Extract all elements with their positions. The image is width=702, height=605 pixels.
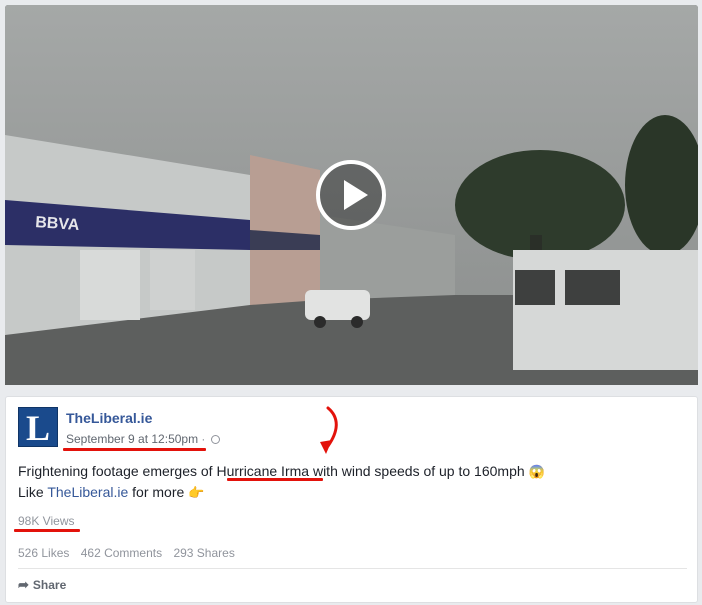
post-body: Frightening footage emerges of Hurricane… [18,461,678,503]
post-text-part: for more [128,484,189,500]
likes-count[interactable]: 526 Likes [18,546,69,560]
pointing-hand-emoji-icon: 👉 [188,485,205,500]
meta-separator: · [198,432,209,446]
video-player[interactable]: BBVA [5,5,698,385]
annotation-underline-date [63,448,206,451]
svg-text:BBVA: BBVA [35,214,81,234]
annotation-underline-views [14,529,80,532]
divider [18,568,687,569]
scream-emoji-icon: 😱 [528,464,545,479]
page-avatar[interactable]: L [18,407,58,448]
view-count: 98K Views [18,514,75,528]
post-timestamp[interactable]: September 9 at 12:50pm [66,432,198,446]
play-button[interactable] [316,160,386,230]
share-arrow-icon: ➦ [18,577,29,592]
page-name-link[interactable]: TheLiberal.ie [66,410,152,426]
post-meta: September 9 at 12:50pm · [66,432,220,446]
page-mention-link[interactable]: TheLiberal.ie [47,484,128,500]
comments-count[interactable]: 462 Comments [81,546,162,560]
post-text-part: with wind speeds of up to 160mph [309,463,529,479]
share-label: Share [32,578,67,592]
play-icon [344,180,368,210]
globe-icon[interactable] [210,435,220,444]
annotation-underline-hurricane [227,478,323,481]
post-card: L TheLiberal.ie September 9 at 12:50pm ·… [5,396,698,603]
engagement-stats: 526 Likes 462 Comments 293 Shares [18,546,243,560]
avatar-logo: L [25,408,50,448]
highlight-text: Hurricane Irma [216,463,310,479]
annotation-arrow-icon [320,406,338,454]
shares-count[interactable]: 293 Shares [173,546,234,560]
share-button[interactable]: ➦ Share [18,577,66,593]
post-text-part: Like [18,484,48,500]
post-text-part: Frightening footage emerges of [18,463,217,479]
